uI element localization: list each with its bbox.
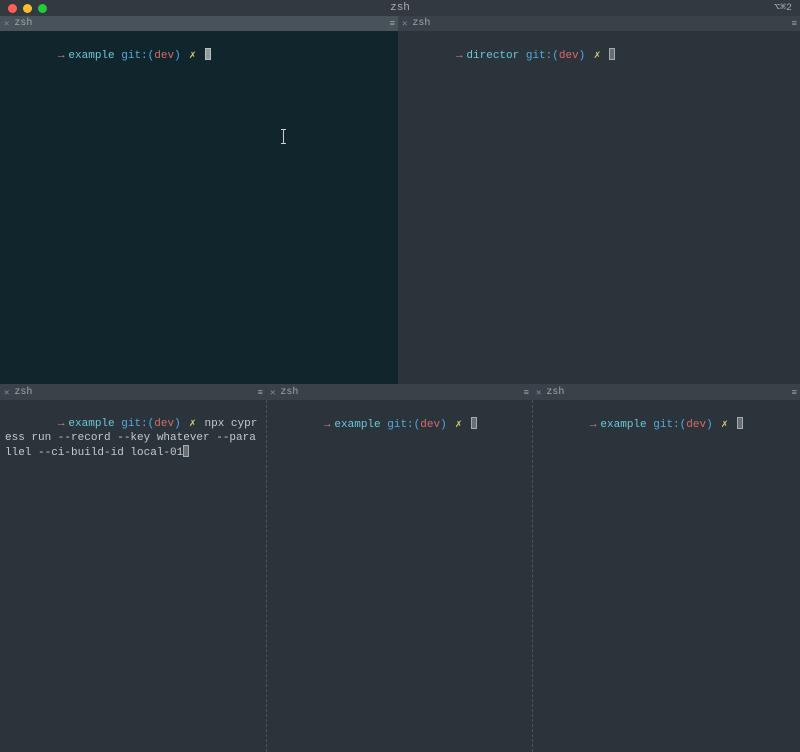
terminal-body[interactable]: →example git:(dev) ✗ <box>266 400 532 752</box>
prompt-arrow-icon: → <box>58 50 65 62</box>
prompt-git-label: git:( <box>653 419 686 431</box>
prompt-git-label: git:( <box>121 50 154 62</box>
prompt-dir: example <box>334 419 380 431</box>
prompt-git-branch: dev <box>686 419 706 431</box>
prompt-dirty-icon: ✗ <box>455 419 462 431</box>
cursor-icon <box>609 48 615 60</box>
prompt-dirty-icon: ✗ <box>189 418 196 430</box>
pane-menu-icon[interactable]: ≡ <box>792 19 796 29</box>
prompt-dir: director <box>466 50 519 62</box>
pane-bottom-left[interactable]: ✕ zsh ≡ →example git:(dev) ✗ npx cypress… <box>0 384 266 752</box>
pane-top-right[interactable]: ✕ zsh ≡ →director git:(dev) ✗ <box>398 16 800 384</box>
pane-tab[interactable]: ✕ zsh <box>4 18 32 29</box>
pane-tab[interactable]: ✕ zsh <box>536 387 564 398</box>
close-tab-icon[interactable]: ✕ <box>270 388 275 398</box>
pane-tab[interactable]: ✕ zsh <box>402 18 430 29</box>
pane-tabbar: ✕ zsh ≡ <box>266 385 532 400</box>
prompt-dirty-icon: ✗ <box>189 50 196 62</box>
prompt-git-close: ) <box>706 419 713 431</box>
pane-top-left[interactable]: ✕ zsh ≡ →example git:(dev) ✗ <box>0 16 398 384</box>
tab-label: zsh <box>546 387 564 398</box>
cursor-icon <box>183 445 189 457</box>
minimize-window-icon[interactable] <box>23 4 32 13</box>
prompt-git-label: git:( <box>387 419 420 431</box>
prompt-arrow-icon: → <box>590 419 597 431</box>
close-window-icon[interactable] <box>8 4 17 13</box>
pane-row-top: ✕ zsh ≡ →example git:(dev) ✗ ✕ zsh ≡ →di… <box>0 16 800 384</box>
close-tab-icon[interactable]: ✕ <box>4 388 9 398</box>
prompt-git-branch: dev <box>154 418 174 430</box>
pane-tabbar: ✕ zsh ≡ <box>0 16 398 31</box>
cursor-icon <box>737 417 743 429</box>
window-status-right: ⌥⌘2 <box>774 2 792 14</box>
terminal-body[interactable]: →example git:(dev) ✗ <box>0 31 398 384</box>
close-tab-icon[interactable]: ✕ <box>402 19 407 29</box>
prompt-git-branch: dev <box>154 50 174 62</box>
prompt-dir: example <box>600 419 646 431</box>
text-caret-icon <box>283 130 284 143</box>
prompt-git-branch: dev <box>559 50 579 62</box>
tab-label: zsh <box>14 18 32 29</box>
zoom-window-icon[interactable] <box>38 4 47 13</box>
prompt-git-branch: dev <box>420 419 440 431</box>
pane-menu-icon[interactable]: ≡ <box>390 19 394 29</box>
prompt-dirty-icon: ✗ <box>594 50 601 62</box>
prompt-git-close: ) <box>174 50 181 62</box>
prompt-git-label: git:( <box>526 50 559 62</box>
pane-grid: ✕ zsh ≡ →example git:(dev) ✗ ✕ zsh ≡ →di… <box>0 16 800 752</box>
terminal-body[interactable]: →director git:(dev) ✗ <box>398 31 800 384</box>
pane-menu-icon[interactable]: ≡ <box>524 388 528 398</box>
terminal-body[interactable]: →example git:(dev) ✗ npx cypress run --r… <box>0 400 266 752</box>
close-tab-icon[interactable]: ✕ <box>4 19 9 29</box>
pane-tabbar: ✕ zsh ≡ <box>0 385 266 400</box>
prompt-git-label: git:( <box>121 418 154 430</box>
pane-menu-icon[interactable]: ≡ <box>258 388 262 398</box>
prompt-git-close: ) <box>174 418 181 430</box>
prompt-dir: example <box>68 50 114 62</box>
terminal-body[interactable]: →example git:(dev) ✗ <box>532 400 800 752</box>
pane-row-bottom: ✕ zsh ≡ →example git:(dev) ✗ npx cypress… <box>0 384 800 752</box>
cursor-icon <box>471 417 477 429</box>
pane-bottom-middle[interactable]: ✕ zsh ≡ →example git:(dev) ✗ <box>266 384 532 752</box>
window-controls <box>8 4 47 13</box>
prompt-dirty-icon: ✗ <box>721 419 728 431</box>
window-titlebar: zsh ⌥⌘2 <box>0 0 800 16</box>
pane-tabbar: ✕ zsh ≡ <box>532 385 800 400</box>
cursor-icon <box>205 48 211 60</box>
prompt-git-close: ) <box>579 50 586 62</box>
prompt-dir: example <box>68 418 114 430</box>
pane-tab[interactable]: ✕ zsh <box>270 387 298 398</box>
prompt-arrow-icon: → <box>324 419 331 431</box>
pane-tabbar: ✕ zsh ≡ <box>398 16 800 31</box>
prompt-git-close: ) <box>440 419 447 431</box>
pane-tab[interactable]: ✕ zsh <box>4 387 32 398</box>
tab-label: zsh <box>280 387 298 398</box>
pane-menu-icon[interactable]: ≡ <box>792 388 796 398</box>
prompt-arrow-icon: → <box>58 418 65 430</box>
close-tab-icon[interactable]: ✕ <box>536 388 541 398</box>
window-title: zsh <box>0 2 800 14</box>
tab-label: zsh <box>14 387 32 398</box>
pane-bottom-right[interactable]: ✕ zsh ≡ →example git:(dev) ✗ <box>532 384 800 752</box>
prompt-arrow-icon: → <box>456 50 463 62</box>
tab-label: zsh <box>412 18 430 29</box>
